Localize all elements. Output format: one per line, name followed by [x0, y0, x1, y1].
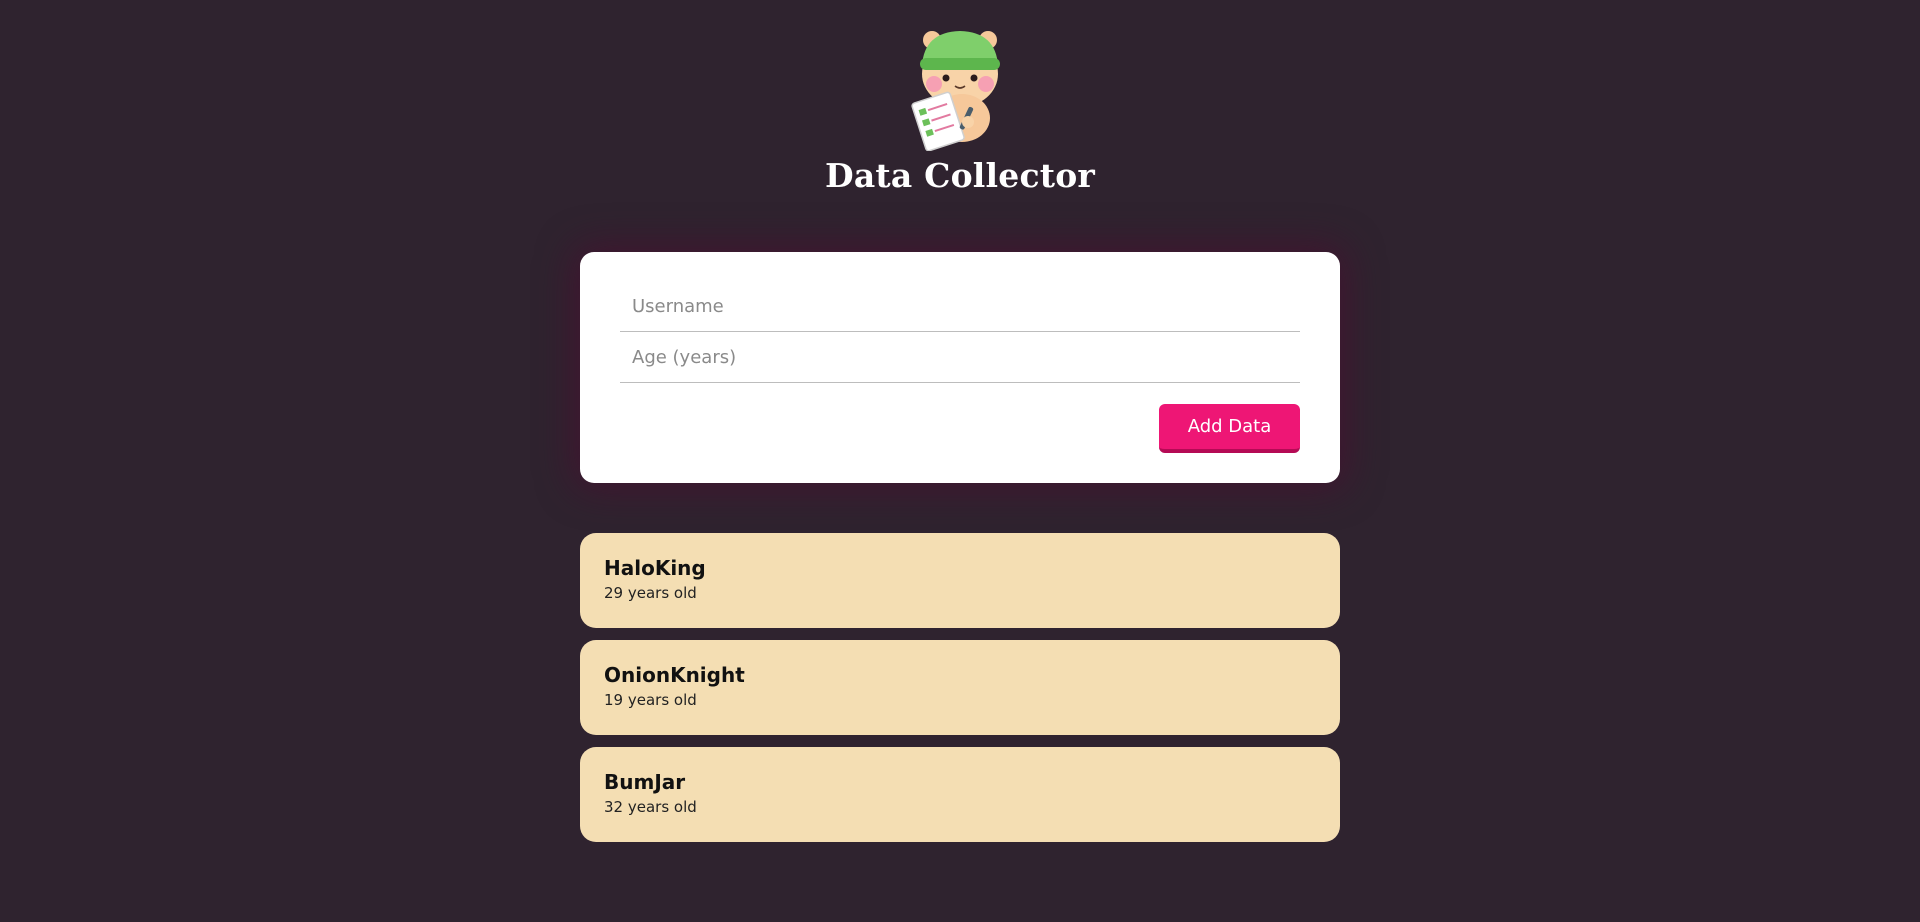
user-age: 32 years old — [604, 798, 697, 816]
user-name: OnionKnight — [604, 663, 745, 687]
user-age: 29 years old — [604, 584, 697, 602]
user-name: BumJar — [604, 770, 686, 794]
user-age: 19 years old — [604, 691, 697, 709]
user-name: HaloKing — [604, 556, 706, 580]
list-item: HaloKing 29 years old — [580, 533, 1340, 628]
page: Data Collector Add Data HaloKing 29 year… — [0, 0, 1920, 922]
age-input[interactable] — [620, 333, 1300, 382]
age-field-container — [620, 333, 1300, 383]
page-title: Data Collector — [825, 156, 1095, 195]
list-item: BumJar 32 years old — [580, 747, 1340, 842]
list-item: OnionKnight 19 years old — [580, 640, 1340, 735]
user-list: HaloKing 29 years old OnionKnight 19 yea… — [580, 533, 1340, 854]
data-entry-form: Add Data — [580, 252, 1340, 483]
username-input[interactable] — [620, 282, 1300, 331]
hamster-with-clipboard-icon — [911, 31, 1000, 151]
add-data-button[interactable]: Add Data — [1159, 404, 1300, 453]
username-field-container — [620, 282, 1300, 332]
